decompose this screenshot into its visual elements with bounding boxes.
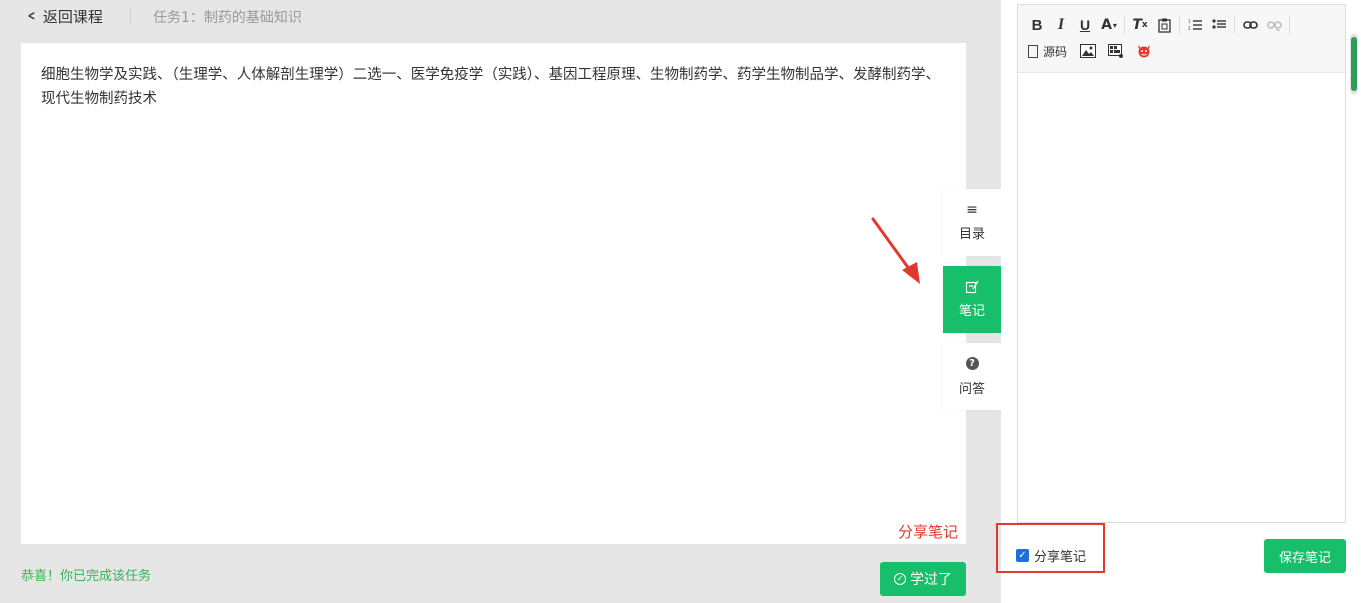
scrollbar-thumb[interactable]: [1351, 37, 1357, 91]
checkbox-checked-icon[interactable]: ✓: [1016, 549, 1029, 562]
media-icon[interactable]: [1107, 41, 1125, 61]
completion-message: 恭喜！你已完成该任务: [21, 569, 152, 584]
editor-toolbar: B I U A ▾ Tx 12 源码: [1018, 5, 1345, 73]
toolbar-separator: [1124, 16, 1125, 34]
link-icon[interactable]: [1241, 15, 1259, 35]
content-text: 细胞生物学及实践、（生理学、人体解剖生理学）二选一、医学免疫学（实践）、基因工程…: [41, 67, 940, 107]
toolbar-separator: [1179, 16, 1180, 34]
save-note-button[interactable]: 保存笔记: [1264, 539, 1346, 573]
source-doc-icon: [1028, 44, 1038, 58]
tab-toc[interactable]: ≡ 目录: [943, 189, 1001, 256]
unlink-icon[interactable]: [1265, 15, 1283, 35]
underline-icon[interactable]: U: [1076, 15, 1094, 35]
scrollbar[interactable]: [1350, 34, 1358, 94]
toolbar-separator: [1234, 16, 1235, 34]
back-label: 返回课程: [42, 8, 103, 26]
ordered-list-icon[interactable]: 12: [1186, 15, 1204, 35]
learned-label: 学过了: [910, 572, 952, 588]
check-circle-icon: ✓: [894, 573, 906, 585]
share-note-checkbox[interactable]: ✓ 分享笔记: [1016, 546, 1086, 565]
divider: [130, 8, 131, 24]
remove-format-icon[interactable]: Tx: [1131, 15, 1149, 35]
source-code-button[interactable]: 源码: [1028, 43, 1067, 60]
tab-qa-label: 问答: [958, 381, 985, 397]
tab-toc-label: 目录: [958, 227, 985, 242]
source-label: 源码: [1043, 44, 1068, 59]
emoji-devil-icon[interactable]: [1135, 41, 1153, 61]
bullet-list-icon[interactable]: [1210, 15, 1228, 35]
list-icon: ≡: [966, 202, 978, 218]
chevron-left-icon: <: [27, 9, 36, 24]
note-editor-area[interactable]: [1018, 73, 1345, 522]
image-icon[interactable]: [1079, 41, 1097, 61]
rich-text-editor: B I U A ▾ Tx 12 源码: [1017, 4, 1346, 523]
red-arrow-annotation: [871, 217, 920, 284]
content-panel: 细胞生物学及实践、（生理学、人体解剖生理学）二选一、医学免疫学（实践）、基因工程…: [21, 43, 966, 544]
share-note-annotation: 分享笔记: [897, 523, 958, 541]
question-icon: ?: [965, 356, 979, 370]
tab-note[interactable]: 笔记: [943, 266, 1001, 333]
font-color-icon[interactable]: A ▾: [1100, 15, 1118, 35]
learned-button[interactable]: ✓ 学过了: [880, 562, 966, 596]
share-note-label: 分享笔记: [1034, 550, 1087, 565]
notes-pane: B I U A ▾ Tx 12 源码: [1001, 0, 1361, 603]
bold-icon[interactable]: B: [1028, 15, 1046, 35]
task-title: 任务1：制药的基础知识: [153, 10, 302, 26]
svg-text:2: 2: [1188, 26, 1191, 31]
back-to-course-link[interactable]: < 返回课程: [26, 6, 103, 27]
svg-text:1: 1: [1188, 19, 1191, 24]
edit-note-icon: [965, 280, 979, 294]
tab-note-label: 笔记: [958, 304, 985, 319]
top-bar: < 返回课程 任务1：制药的基础知识: [0, 0, 1000, 32]
toolbar-separator: [1289, 16, 1290, 34]
tab-qa[interactable]: ? 问答: [943, 343, 1001, 410]
paste-text-icon[interactable]: [1155, 15, 1173, 35]
italic-icon[interactable]: I: [1052, 15, 1070, 35]
